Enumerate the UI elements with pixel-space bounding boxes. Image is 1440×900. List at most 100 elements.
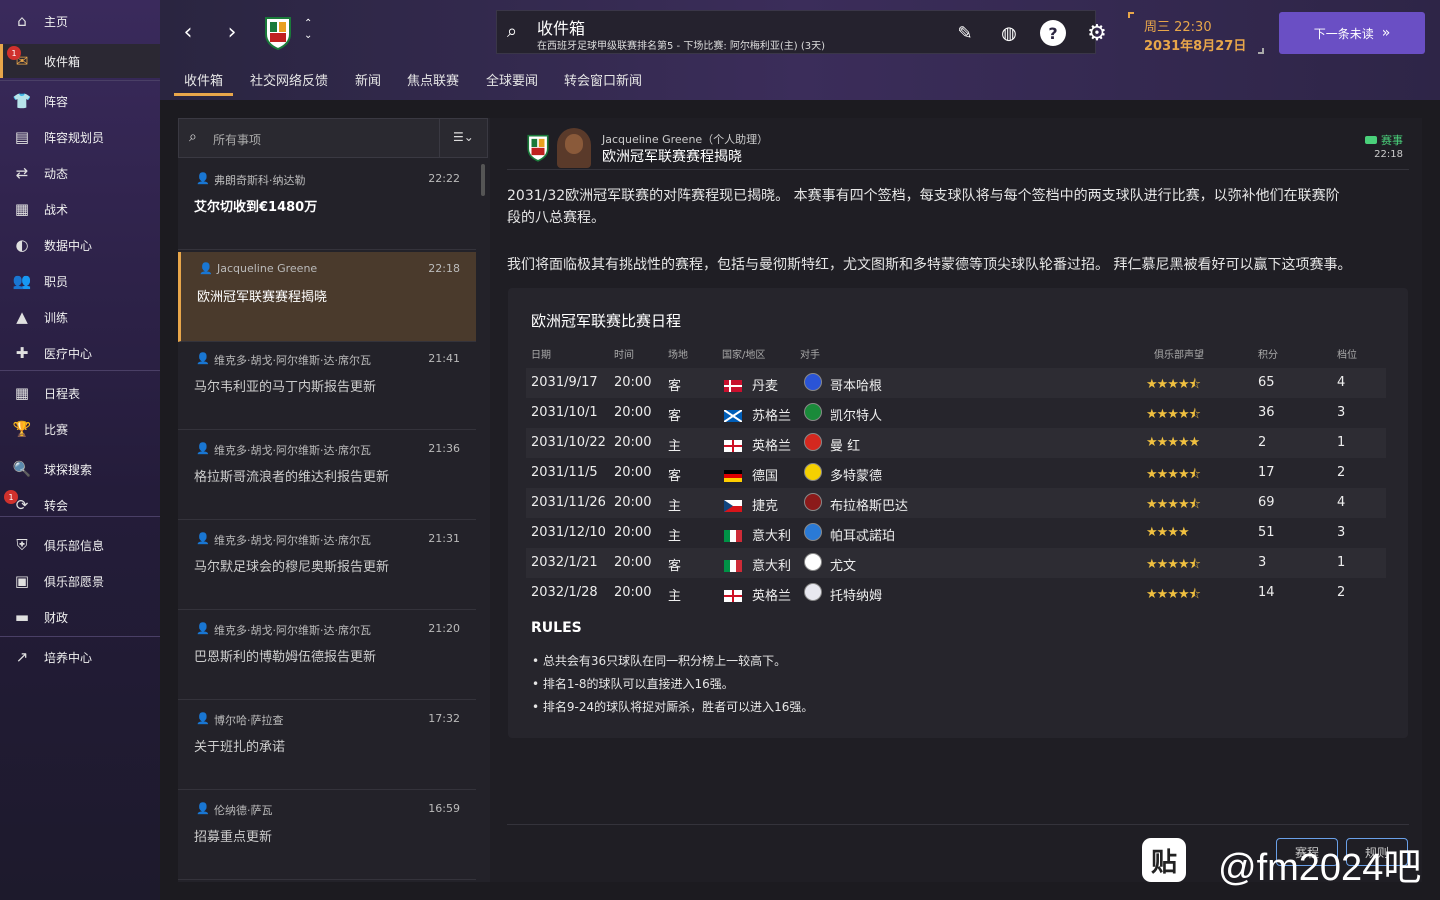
fixture-country[interactable]: 德国 (752, 465, 778, 484)
inbox-message[interactable]: 👤 弗朗奇斯科·纳达勒 22:22 艾尔切收到€1480万 (178, 162, 476, 250)
fixture-country[interactable]: 英格兰 (752, 435, 791, 454)
fixture-row[interactable]: 2032/1/21 20:00 客 意大利 尤文 ★★★★⯪ 3 1 (526, 548, 1386, 578)
message-time: 21:41 (428, 352, 460, 365)
sidebar-item-9[interactable]: ✚ 医疗中心 (0, 336, 160, 370)
sidebar-item-8[interactable]: ▲ 训练 (0, 300, 160, 334)
fixture-opponent[interactable]: 凯尔特人 (830, 405, 882, 424)
fixture-row[interactable]: 2031/10/22 20:00 主 英格兰 曼 红 ★★★★★ 2 1 (526, 428, 1386, 458)
date-full: 2031年8月27日 (1144, 39, 1247, 54)
fixture-row[interactable]: 2031/11/5 20:00 客 德国 多特蒙德 ★★★★⯪ 17 2 (526, 458, 1386, 488)
sidebar-item-10[interactable]: ▦ 日程表 (0, 376, 160, 410)
fixture-row[interactable]: 2031/10/1 20:00 客 苏格兰 凯尔特人 ★★★★⯪ 36 3 (526, 398, 1386, 428)
tab-3[interactable]: 焦点联赛 (397, 70, 469, 96)
fixture-points: 3 (1258, 555, 1267, 570)
inbox-message[interactable]: 👤 Jacqueline Greene 22:18 欧洲冠军联赛赛程揭晓 (178, 252, 476, 342)
fixture-opponent[interactable]: 曼 红 (830, 435, 860, 454)
sidebar-item-17[interactable]: ↗ 培养中心 (0, 640, 160, 674)
avatar[interactable] (557, 128, 591, 168)
sidebar-item-6[interactable]: ◐ 数据中心 (0, 228, 160, 262)
message-sender: 伦纳德·萨瓦 (214, 804, 273, 817)
fixture-row[interactable]: 2031/11/26 20:00 主 捷克 布拉格斯巴达 ★★★★⯪ 69 4 (526, 488, 1386, 518)
crest-dropdown-icon[interactable]: ⌃ ⌄ (304, 18, 312, 42)
inbox-message[interactable]: 👤 伦纳德·萨瓦 16:59 招募重点更新 (178, 792, 476, 880)
sidebar-item-13[interactable]: ⟳ 转会 1 (0, 488, 160, 522)
sidebar-item-2[interactable]: 👕 阵容 (0, 84, 160, 118)
next-match-status: 在西班牙足球甲级联赛排名第5 - 下场比赛: 阿尔梅利亚(主) (3天) (537, 41, 826, 52)
inbox-search[interactable]: ⌕ 所有事项 ☰⌄ (178, 118, 488, 158)
fixture-country[interactable]: 意大利 (752, 525, 791, 544)
fixture-opponent[interactable]: 尤文 (830, 555, 856, 574)
fixture-row[interactable]: 2031/9/17 20:00 客 丹麦 哥本哈根 ★★★★⯪ 65 4 (526, 368, 1386, 398)
sidebar-item-11[interactable]: 🏆 比赛 (0, 412, 160, 446)
inbox-message[interactable]: 👤 维克多·胡戈·阿尔维斯·达·席尔瓦 21:36 格拉斯哥流浪者的维达利报告更新 (178, 432, 476, 520)
column-header[interactable]: 时间 (614, 346, 634, 361)
inbox-message[interactable]: 👤 维克多·胡戈·阿尔维斯·达·席尔瓦 21:41 马尔韦利亚的马丁内斯报告更新 (178, 342, 476, 430)
sidebar-item-4[interactable]: ⇄ 动态 (0, 156, 160, 190)
club-crest-icon[interactable] (262, 14, 294, 50)
fixture-country[interactable]: 意大利 (752, 555, 791, 574)
club-logo-icon (804, 373, 822, 391)
column-header[interactable]: 对手 (800, 346, 820, 361)
tactics-icon: ▦ (14, 200, 30, 218)
tab-2[interactable]: 新闻 (345, 70, 391, 96)
column-header[interactable]: 日期 (531, 346, 551, 361)
back-icon[interactable]: ‹ (174, 18, 202, 46)
message-from[interactable]: Jacqueline Greene（个人助理） (602, 131, 768, 147)
sidebar-item-1[interactable]: ✉ 收件箱 1 (0, 44, 160, 78)
pencil-icon[interactable]: ✎ (952, 20, 978, 46)
forward-icon[interactable]: › (218, 18, 246, 46)
fixture-opponent[interactable]: 哥本哈根 (830, 375, 882, 394)
column-header[interactable]: 积分 (1258, 346, 1278, 361)
game-date: 周三 22:30 2031年8月27日 (1128, 12, 1264, 54)
tab-1[interactable]: 社交网络反馈 (240, 70, 338, 96)
inbox-list-panel: ⌕ 所有事项 ☰⌄ 👤 弗朗奇斯科·纳达勒 22:22 艾尔切收到€1480万 👤 Jac… (178, 118, 490, 882)
page-title: 收件箱 (537, 19, 586, 38)
inbox-message[interactable]: 👤 博尔哈·萨拉查 17:32 关于班扎的承诺 (178, 702, 476, 790)
message-sender: 维克多·胡戈·阿尔维斯·达·席尔瓦 (214, 354, 371, 367)
fixture-row[interactable]: 2031/12/10 20:00 主 意大利 帕耳忒諾珀 ★★★★ 51 3 (526, 518, 1386, 548)
fixture-points: 36 (1258, 405, 1275, 420)
fixture-opponent[interactable]: 多特蒙德 (830, 465, 882, 484)
sidebar-item-14[interactable]: ⛨ 俱乐部信息 (0, 528, 160, 562)
notification-badge: 1 (7, 46, 21, 60)
message-subject: 巴恩斯利的博勒姆伍德报告更新 (194, 650, 377, 665)
tab-0[interactable]: 收件箱 (174, 70, 234, 96)
sidebar-item-label: 训练 (44, 310, 69, 325)
fixture-country[interactable]: 苏格兰 (752, 405, 791, 424)
column-header[interactable]: 国家/地区 (722, 346, 765, 361)
inbox-search-input[interactable]: 所有事项 (213, 131, 261, 148)
reputation-stars: ★★★★⯪ (1146, 497, 1201, 512)
fixture-country[interactable]: 捷克 (752, 495, 778, 514)
message-subject: 艾尔切收到€1480万 (194, 200, 318, 215)
fixture-country[interactable]: 英格兰 (752, 585, 791, 604)
column-header[interactable]: 场地 (668, 346, 688, 361)
tab-5[interactable]: 转会窗口新闻 (554, 70, 652, 96)
inbox-message[interactable]: 👤 维克多·胡戈·阿尔维斯·达·席尔瓦 21:31 马尔默足球会的穆尼奥斯报告更新 (178, 522, 476, 610)
fixture-row[interactable]: 2032/1/28 20:00 主 英格兰 托特纳姆 ★★★★⯪ 14 2 (526, 578, 1386, 608)
shirt-icon: 👕 (12, 92, 32, 110)
inbox-message[interactable]: 👤 维克多·胡戈·阿尔维斯·达·席尔瓦 21:20 巴恩斯利的博勒姆伍德报告更新 (178, 612, 476, 700)
tab-4[interactable]: 全球要闻 (476, 70, 548, 96)
sidebar-item-7[interactable]: 👥 职员 (0, 264, 160, 298)
column-header[interactable]: 俱乐部声望 (1154, 346, 1204, 361)
sidebar-item-16[interactable]: ▬ 财政 (0, 600, 160, 634)
sidebar-item-3[interactable]: ▤ 阵容规划员 (0, 120, 160, 154)
fixture-points: 14 (1258, 585, 1275, 600)
globe-icon[interactable]: ◍ (996, 20, 1022, 46)
fixture-opponent[interactable]: 帕耳忒諾珀 (830, 525, 895, 544)
fixture-opponent[interactable]: 布拉格斯巴达 (830, 495, 908, 514)
list-scrollbar[interactable] (481, 164, 485, 196)
filter-menu-icon[interactable]: ☰⌄ (453, 130, 474, 144)
sidebar-item-12[interactable]: 🔍 球探搜索 (0, 452, 160, 486)
fixture-opponent[interactable]: 托特纳姆 (830, 585, 882, 604)
settings-gear-icon[interactable]: ⚙ (1084, 20, 1110, 46)
message-time: 22:18 (428, 262, 460, 275)
sidebar-item-15[interactable]: ▣ 俱乐部愿景 (0, 564, 160, 598)
fixture-country[interactable]: 丹麦 (752, 375, 778, 394)
sidebar-item-0[interactable]: ⌂ 主页 (0, 4, 160, 38)
sidebar-item-5[interactable]: ▦ 战术 (0, 192, 160, 226)
help-icon[interactable]: ? (1040, 20, 1066, 46)
next-unread-button[interactable]: 下一条未读 » (1279, 12, 1425, 54)
column-header[interactable]: 档位 (1337, 346, 1357, 361)
club-logo-icon (804, 523, 822, 541)
